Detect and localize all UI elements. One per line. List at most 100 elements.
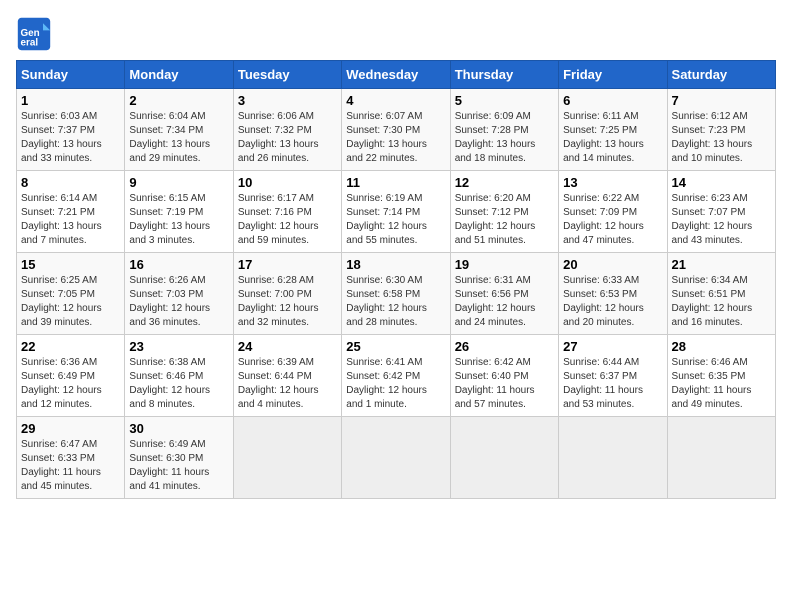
logo-icon: Gen eral <box>16 16 52 52</box>
day-cell: 2 Sunrise: 6:04 AM Sunset: 7:34 PM Daylig… <box>125 89 233 171</box>
day-cell: 27Sunrise: 6:44 AM Sunset: 6:37 PM Dayli… <box>559 335 667 417</box>
day-cell: 1 Sunrise: 6:03 AM Sunset: 7:37 PM Daylig… <box>17 89 125 171</box>
day-info: Sunrise: 6:42 AM Sunset: 6:40 PM Dayligh… <box>455 356 554 412</box>
day-cell: 26 Sunrise: 6:42 AM Sunset: 6:40 PM Dayli… <box>450 335 558 417</box>
day-info: Sunrise: 6:03 AM Sunset: 7:37 PM Dayligh… <box>21 110 120 166</box>
calendar-header: SundayMondayTuesdayWednesdayThursdayFrid… <box>17 61 776 89</box>
day-info: Sunrise: 6:26 AM Sunset: 7:03 PM Dayligh… <box>129 274 228 330</box>
day-number: 19 <box>455 257 554 272</box>
day-number: 2 <box>129 93 228 108</box>
week-row-2: 8 Sunrise: 6:14 AM Sunset: 7:21 PM Daylig… <box>17 171 776 253</box>
week-row-1: 1 Sunrise: 6:03 AM Sunset: 7:37 PM Daylig… <box>17 89 776 171</box>
day-info: Sunrise: 6:41 AM Sunset: 6:42 PM Dayligh… <box>346 356 445 412</box>
day-info: Sunrise: 6:30 AM Sunset: 6:58 PM Dayligh… <box>346 274 445 330</box>
day-cell: 24 Sunrise: 6:39 AM Sunset: 6:44 PM Dayli… <box>233 335 341 417</box>
day-cell: 20 Sunrise: 6:33 AM Sunset: 6:53 PM Dayli… <box>559 253 667 335</box>
day-number: 29 <box>21 421 120 436</box>
day-number: 17 <box>238 257 337 272</box>
day-info: Sunrise: 6:28 AM Sunset: 7:00 PM Dayligh… <box>238 274 337 330</box>
day-cell <box>559 417 667 499</box>
day-cell: 15 Sunrise: 6:25 AM Sunset: 7:05 PM Dayli… <box>17 253 125 335</box>
day-cell: 3 Sunrise: 6:06 AM Sunset: 7:32 PM Daylig… <box>233 89 341 171</box>
day-cell: 4 Sunrise: 6:07 AM Sunset: 7:30 PM Daylig… <box>342 89 450 171</box>
day-number: 4 <box>346 93 445 108</box>
day-number: 3 <box>238 93 337 108</box>
day-cell: 13Sunrise: 6:22 AM Sunset: 7:09 PM Dayli… <box>559 171 667 253</box>
day-cell: 11 Sunrise: 6:19 AM Sunset: 7:14 PM Dayli… <box>342 171 450 253</box>
day-cell: 30Sunrise: 6:49 AM Sunset: 6:30 PM Dayli… <box>125 417 233 499</box>
calendar-body: 1 Sunrise: 6:03 AM Sunset: 7:37 PM Daylig… <box>17 89 776 499</box>
day-number: 1 <box>21 93 120 108</box>
day-info: Sunrise: 6:14 AM Sunset: 7:21 PM Dayligh… <box>21 192 120 248</box>
svg-text:eral: eral <box>21 38 39 49</box>
day-cell <box>450 417 558 499</box>
day-number: 21 <box>672 257 771 272</box>
day-number: 24 <box>238 339 337 354</box>
day-cell: 12 Sunrise: 6:20 AM Sunset: 7:12 PM Dayli… <box>450 171 558 253</box>
logo: Gen eral <box>16 16 54 52</box>
day-number: 13 <box>563 175 662 190</box>
day-cell <box>233 417 341 499</box>
day-number: 11 <box>346 175 445 190</box>
day-cell: 5Sunrise: 6:09 AM Sunset: 7:28 PM Daylig… <box>450 89 558 171</box>
day-cell: 7Sunrise: 6:12 AM Sunset: 7:23 PM Daylig… <box>667 89 775 171</box>
day-info: Sunrise: 6:31 AM Sunset: 6:56 PM Dayligh… <box>455 274 554 330</box>
day-number: 6 <box>563 93 662 108</box>
day-number: 25 <box>346 339 445 354</box>
weekday-thursday: Thursday <box>450 61 558 89</box>
weekday-sunday: Sunday <box>17 61 125 89</box>
day-info: Sunrise: 6:47 AM Sunset: 6:33 PM Dayligh… <box>21 438 120 494</box>
day-cell <box>342 417 450 499</box>
day-cell: 8 Sunrise: 6:14 AM Sunset: 7:21 PM Daylig… <box>17 171 125 253</box>
day-info: Sunrise: 6:39 AM Sunset: 6:44 PM Dayligh… <box>238 356 337 412</box>
day-number: 18 <box>346 257 445 272</box>
day-info: Sunrise: 6:33 AM Sunset: 6:53 PM Dayligh… <box>563 274 662 330</box>
day-cell: 6Sunrise: 6:11 AM Sunset: 7:25 PM Daylig… <box>559 89 667 171</box>
day-info: Sunrise: 6:07 AM Sunset: 7:30 PM Dayligh… <box>346 110 445 166</box>
day-info: Sunrise: 6:34 AM Sunset: 6:51 PM Dayligh… <box>672 274 771 330</box>
day-number: 14 <box>672 175 771 190</box>
day-number: 10 <box>238 175 337 190</box>
day-info: Sunrise: 6:17 AM Sunset: 7:16 PM Dayligh… <box>238 192 337 248</box>
day-cell: 17 Sunrise: 6:28 AM Sunset: 7:00 PM Dayli… <box>233 253 341 335</box>
day-cell: 23Sunrise: 6:38 AM Sunset: 6:46 PM Dayli… <box>125 335 233 417</box>
weekday-saturday: Saturday <box>667 61 775 89</box>
day-number: 15 <box>21 257 120 272</box>
week-row-3: 15 Sunrise: 6:25 AM Sunset: 7:05 PM Dayli… <box>17 253 776 335</box>
day-number: 20 <box>563 257 662 272</box>
day-info: Sunrise: 6:20 AM Sunset: 7:12 PM Dayligh… <box>455 192 554 248</box>
day-cell: 19 Sunrise: 6:31 AM Sunset: 6:56 PM Dayli… <box>450 253 558 335</box>
day-cell <box>667 417 775 499</box>
day-info: Sunrise: 6:04 AM Sunset: 7:34 PM Dayligh… <box>129 110 228 166</box>
calendar-table: SundayMondayTuesdayWednesdayThursdayFrid… <box>16 60 776 499</box>
day-number: 23 <box>129 339 228 354</box>
day-cell: 18 Sunrise: 6:30 AM Sunset: 6:58 PM Dayli… <box>342 253 450 335</box>
day-number: 9 <box>129 175 228 190</box>
day-info: Sunrise: 6:25 AM Sunset: 7:05 PM Dayligh… <box>21 274 120 330</box>
day-cell: 22Sunrise: 6:36 AM Sunset: 6:49 PM Dayli… <box>17 335 125 417</box>
day-number: 22 <box>21 339 120 354</box>
weekday-friday: Friday <box>559 61 667 89</box>
day-cell: 9Sunrise: 6:15 AM Sunset: 7:19 PM Daylig… <box>125 171 233 253</box>
day-number: 8 <box>21 175 120 190</box>
day-number: 26 <box>455 339 554 354</box>
weekday-tuesday: Tuesday <box>233 61 341 89</box>
day-info: Sunrise: 6:09 AM Sunset: 7:28 PM Dayligh… <box>455 110 554 166</box>
day-number: 27 <box>563 339 662 354</box>
weekday-monday: Monday <box>125 61 233 89</box>
page-header: Gen eral <box>16 16 776 52</box>
day-info: Sunrise: 6:06 AM Sunset: 7:32 PM Dayligh… <box>238 110 337 166</box>
day-info: Sunrise: 6:23 AM Sunset: 7:07 PM Dayligh… <box>672 192 771 248</box>
week-row-5: 29 Sunrise: 6:47 AM Sunset: 6:33 PM Dayli… <box>17 417 776 499</box>
day-info: Sunrise: 6:49 AM Sunset: 6:30 PM Dayligh… <box>129 438 228 494</box>
day-cell: 28Sunrise: 6:46 AM Sunset: 6:35 PM Dayli… <box>667 335 775 417</box>
day-info: Sunrise: 6:12 AM Sunset: 7:23 PM Dayligh… <box>672 110 771 166</box>
week-row-4: 22Sunrise: 6:36 AM Sunset: 6:49 PM Dayli… <box>17 335 776 417</box>
day-number: 16 <box>129 257 228 272</box>
day-cell: 16 Sunrise: 6:26 AM Sunset: 7:03 PM Dayli… <box>125 253 233 335</box>
day-number: 12 <box>455 175 554 190</box>
day-cell: 21 Sunrise: 6:34 AM Sunset: 6:51 PM Dayli… <box>667 253 775 335</box>
weekday-header-row: SundayMondayTuesdayWednesdayThursdayFrid… <box>17 61 776 89</box>
day-info: Sunrise: 6:19 AM Sunset: 7:14 PM Dayligh… <box>346 192 445 248</box>
day-number: 28 <box>672 339 771 354</box>
